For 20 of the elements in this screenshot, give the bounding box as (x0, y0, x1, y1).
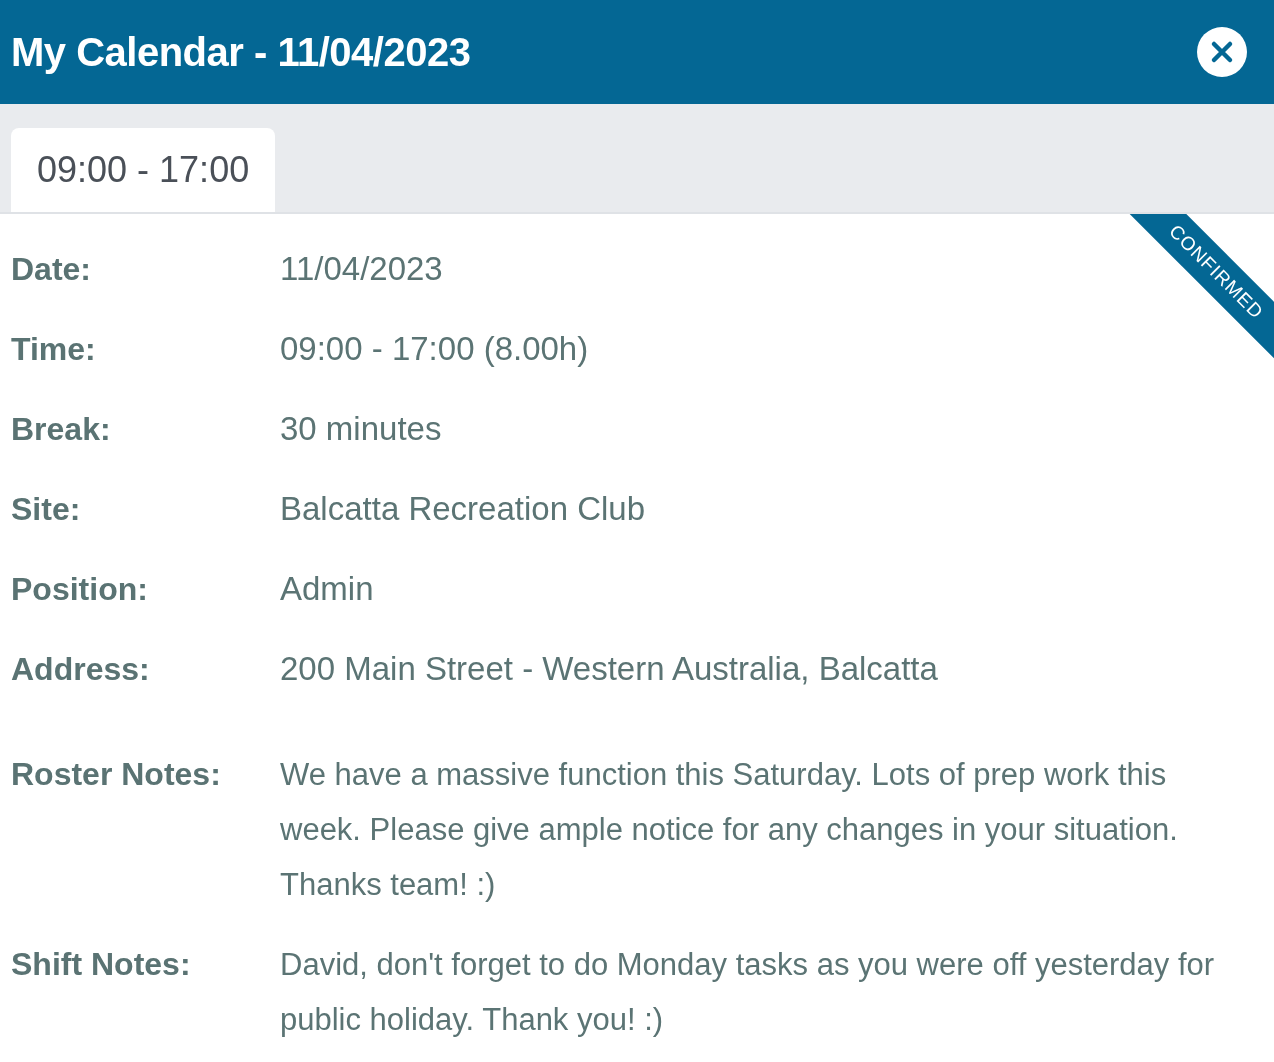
field-label: Date: (11, 250, 92, 289)
field-value: 09:00 - 17:00 (8.00h) (280, 329, 589, 370)
field-label: Address: (11, 650, 151, 689)
window-title: My Calendar - 11/04/2023 (11, 29, 471, 76)
field-value: David, don't forget to do Monday tasks as you were off yesterday for public holiday. Thank you! :) (280, 946, 1216, 1039)
tab[interactable]: 09:00 - 17:00 (11, 128, 276, 212)
field-label: Roster Notes: (11, 755, 222, 794)
field-label: Shift Notes: (11, 945, 192, 984)
close-button[interactable] (1197, 27, 1247, 77)
close-icon (1210, 40, 1234, 64)
field-label: Site: (11, 490, 82, 529)
field-value: Balcatta Recreation Club (280, 489, 646, 530)
field-value: Admin (280, 569, 374, 610)
field-label: Time: (11, 330, 97, 369)
field-value: 30 minutes (280, 409, 442, 450)
field-label: Break: (11, 410, 112, 449)
field-value: We have a massive function this Saturday. Lots of prep work this week. Please give ample notice for any changes in your situation. Thanks team! :) (280, 756, 1179, 904)
field-label: Position: (11, 570, 149, 609)
field-value: 11/04/2023 (280, 249, 443, 290)
field-value: 200 Main Street - Western Australia, Balcatta (280, 649, 938, 690)
